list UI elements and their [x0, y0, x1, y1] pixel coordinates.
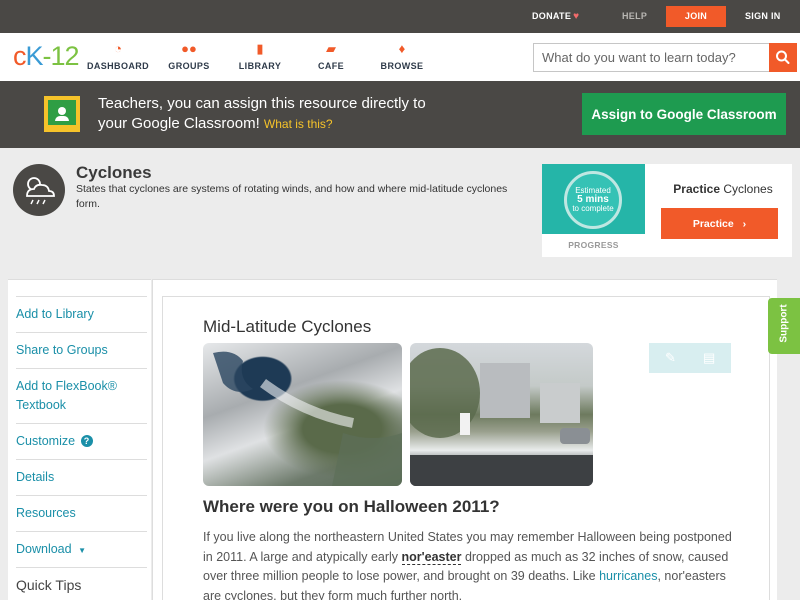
practice-title-bold: Practice [673, 182, 720, 196]
nav-dashboard[interactable]: ◔ DASHBOARD [83, 40, 153, 71]
heart-icon: ♥ [573, 11, 580, 22]
nav-cafe-label: CAFE [317, 61, 345, 71]
sidebar-share-to-groups[interactable]: Share to Groups [16, 341, 147, 360]
what-is-this-link[interactable]: What is this? [264, 117, 333, 131]
caret-down-icon: ▼ [78, 546, 86, 555]
practice-card: Estimated 5 mins to complete PROGRESS Pr… [542, 164, 792, 257]
nav-library[interactable]: ▮ LIBRARY [225, 40, 295, 71]
donate-link[interactable]: DONATE ♥ [532, 0, 579, 33]
content-card: Mid-Latitude Cyclones ✎ ▤ Where were you… [162, 296, 770, 600]
dashboard-icon: ◔ [114, 41, 122, 56]
practice-button[interactable]: Practice › [661, 208, 778, 239]
logo-c: c [13, 41, 26, 71]
practice-title-rest: Cyclones [720, 182, 773, 196]
nav-groups-label: GROUPS [168, 61, 210, 71]
concept-title: Cyclones [76, 163, 152, 182]
question-heading: Where were you on Halloween 2011? [203, 497, 500, 516]
annotation-tools: ✎ ▤ [649, 343, 731, 373]
banner-message: Teachers, you can assign this resource d… [98, 94, 458, 134]
nav-browse-label: BROWSE [380, 61, 424, 71]
chevron-right-icon: › [742, 217, 747, 230]
satellite-image [203, 343, 402, 486]
nav-cafe[interactable]: ▰ CAFE [296, 40, 366, 71]
logo-dash: - [42, 41, 52, 71]
google-classroom-banner: Teachers, you can assign this resource d… [0, 81, 800, 148]
search-input[interactable] [533, 43, 769, 72]
estimated-minutes: 5 mins [577, 194, 609, 205]
intro-paragraph: If you live along the northeastern Unite… [203, 528, 733, 600]
banner-text: Teachers, you can assign this resource d… [98, 95, 426, 132]
cyclone-weather-icon [13, 164, 65, 216]
notes-icon[interactable]: ▤ [703, 350, 715, 366]
search-button[interactable] [769, 43, 797, 72]
download-label: Download [16, 542, 72, 556]
term-noreaster[interactable]: nor'easter [401, 549, 462, 565]
nav-groups[interactable]: ●● GROUPS [154, 40, 224, 71]
sidebar-details[interactable]: Details [16, 468, 147, 487]
hurricanes-link[interactable]: hurricanes [599, 569, 657, 583]
nav-bar: cK-12 ◔ DASHBOARD ●● GROUPS ▮ LIBRARY ▰ … [0, 33, 800, 81]
donate-label: DONATE [532, 11, 572, 21]
nav-browse[interactable]: ♦ BROWSE [367, 40, 437, 71]
support-tab[interactable]: Support [768, 298, 800, 354]
join-button[interactable]: JOIN [666, 6, 726, 27]
library-icon: ▮ [256, 41, 264, 56]
sidebar-download[interactable]: Download ▼ [16, 540, 147, 560]
support-label: Support [778, 304, 790, 343]
browse-icon: ♦ [398, 41, 406, 56]
concept-description: States that cyclones are systems of rota… [76, 183, 508, 210]
assign-to-google-classroom-button[interactable]: Assign to Google Classroom [582, 93, 786, 135]
cafe-icon: ▰ [326, 41, 336, 56]
search-icon [776, 50, 790, 64]
customize-label: Customize [16, 434, 76, 448]
logo-12: 12 [50, 41, 80, 71]
sidebar-add-to-library[interactable]: Add to Library [16, 305, 147, 324]
sidebar-resources[interactable]: Resources [16, 504, 147, 523]
help-question-icon[interactable]: ? [80, 435, 93, 447]
sidebar-add-to-flexbook[interactable]: Add to FlexBook® Textbook [16, 377, 147, 415]
nav-dashboard-label: DASHBOARD [86, 61, 150, 71]
nav-library-label: LIBRARY [238, 61, 282, 71]
logo-k: K [25, 41, 44, 71]
sidebar: Add to Library Share to Groups Add to Fl… [8, 279, 151, 600]
ck12-logo[interactable]: cK-12 [13, 41, 80, 72]
sidebar-customize[interactable]: Customize ? [16, 432, 147, 451]
practice-title: Practice Cyclones [660, 182, 786, 196]
snowy-street-image [410, 343, 593, 486]
help-link[interactable]: HELP [622, 0, 647, 33]
sign-in-link[interactable]: SIGN IN [745, 0, 781, 33]
progress-panel: Estimated 5 mins to complete [542, 164, 645, 234]
progress-label: PROGRESS [568, 240, 619, 250]
section-title: Mid-Latitude Cyclones [203, 317, 372, 336]
to-complete-label: to complete [572, 204, 614, 213]
pencil-icon[interactable]: ✎ [665, 350, 676, 366]
groups-icon: ●● [181, 41, 197, 56]
practice-button-label: Practice [692, 217, 734, 230]
google-classroom-icon [44, 96, 80, 132]
quick-tips-heading: Quick Tips [16, 577, 82, 593]
progress-ring: Estimated 5 mins to complete [564, 171, 622, 229]
main-content: Mid-Latitude Cyclones ✎ ▤ Where were you… [152, 279, 777, 600]
top-bar: DONATE ♥ HELP JOIN SIGN IN [0, 0, 800, 33]
